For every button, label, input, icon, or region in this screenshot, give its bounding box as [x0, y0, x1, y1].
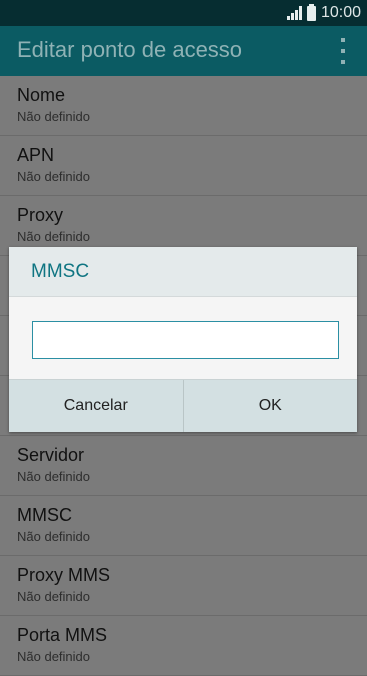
cancel-button[interactable]: Cancelar: [9, 380, 183, 432]
list-item-value: Não definido: [17, 109, 90, 124]
dialog-buttons: Cancelar OK: [9, 379, 357, 432]
list-item-servidor[interactable]: Servidor Não definido: [0, 436, 367, 496]
mmsc-dialog: MMSC Cancelar OK: [9, 247, 357, 432]
list-item-value: Não definido: [17, 229, 90, 244]
action-bar: Editar ponto de acesso: [0, 26, 367, 76]
status-bar: 10:00: [0, 0, 367, 26]
battery-icon: [306, 3, 316, 21]
list-item-nome[interactable]: Nome Não definido: [0, 76, 367, 136]
list-item-value: Não definido: [17, 649, 90, 664]
page-title: Editar ponto de acesso: [17, 37, 243, 62]
list-item-label: Proxy MMS: [17, 565, 111, 585]
list-item-label: Nome: [17, 85, 66, 105]
dialog-header: MMSC: [9, 247, 357, 297]
status-icons: 10:00: [286, 3, 361, 23]
list-item-label: MMSC: [17, 505, 72, 525]
mmsc-input[interactable]: [32, 321, 339, 359]
list-item-porta-mms[interactable]: Porta MMS Não definido: [0, 616, 367, 676]
dialog-title: MMSC: [31, 261, 90, 282]
list-item-value: Não definido: [17, 529, 90, 544]
status-time: 10:00: [320, 4, 361, 21]
ok-button[interactable]: OK: [182, 380, 357, 432]
list-item-label: Servidor: [17, 445, 85, 465]
list-item-label: Porta MMS: [17, 625, 108, 645]
list-item-value: Não definido: [17, 169, 90, 184]
list-item-value: Não definido: [17, 589, 90, 604]
list-item-apn[interactable]: APN Não definido: [0, 136, 367, 196]
list-item-proxy-mms[interactable]: Proxy MMS Não definido: [0, 556, 367, 616]
list-item-label: APN: [17, 145, 55, 165]
list-item-label: Proxy: [17, 205, 64, 225]
list-item-value: Não definido: [17, 469, 90, 484]
list-item-mmsc[interactable]: MMSC Não definido: [0, 496, 367, 556]
overflow-menu-icon[interactable]: [341, 38, 345, 64]
signal-icon: [286, 6, 302, 20]
